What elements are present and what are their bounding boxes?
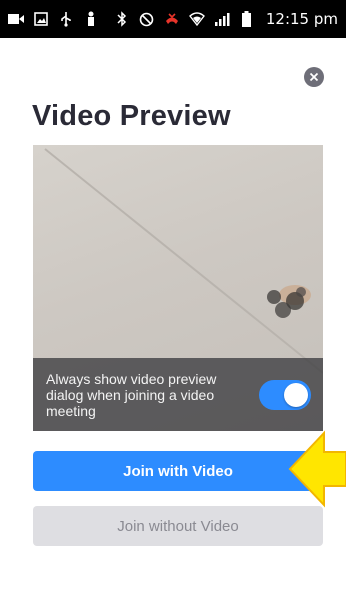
do-not-disturb-icon <box>139 11 155 27</box>
image-icon <box>33 11 49 27</box>
status-bar-right: 12:15 pm <box>114 10 338 28</box>
battery-icon <box>239 11 255 27</box>
status-bar-left <box>8 11 99 27</box>
preview-option-bar: Always show video preview dialog when jo… <box>33 358 323 431</box>
video-call-icon <box>8 11 24 27</box>
always-show-preview-toggle[interactable] <box>259 379 311 410</box>
close-button[interactable] <box>304 67 324 87</box>
usb-icon <box>58 11 74 27</box>
toggle-knob <box>284 382 308 407</box>
status-time: 12:15 pm <box>265 10 338 28</box>
bluetooth-icon <box>114 11 130 27</box>
signal-icon <box>214 11 230 27</box>
phone-missed-icon <box>164 11 180 27</box>
status-bar: 12:15 pm <box>0 0 346 38</box>
join-with-video-button[interactable]: Join with Video <box>33 451 323 491</box>
join-without-video-button[interactable]: Join without Video <box>33 506 323 546</box>
close-icon <box>309 72 319 82</box>
arrow-pointer-icon <box>288 430 346 508</box>
video-preview: Always show video preview dialog when jo… <box>33 145 323 431</box>
wifi-icon <box>188 11 205 27</box>
page-title: Video Preview <box>32 100 231 132</box>
always-show-preview-label: Always show video preview dialog when jo… <box>46 370 217 419</box>
person-icon <box>83 11 99 27</box>
